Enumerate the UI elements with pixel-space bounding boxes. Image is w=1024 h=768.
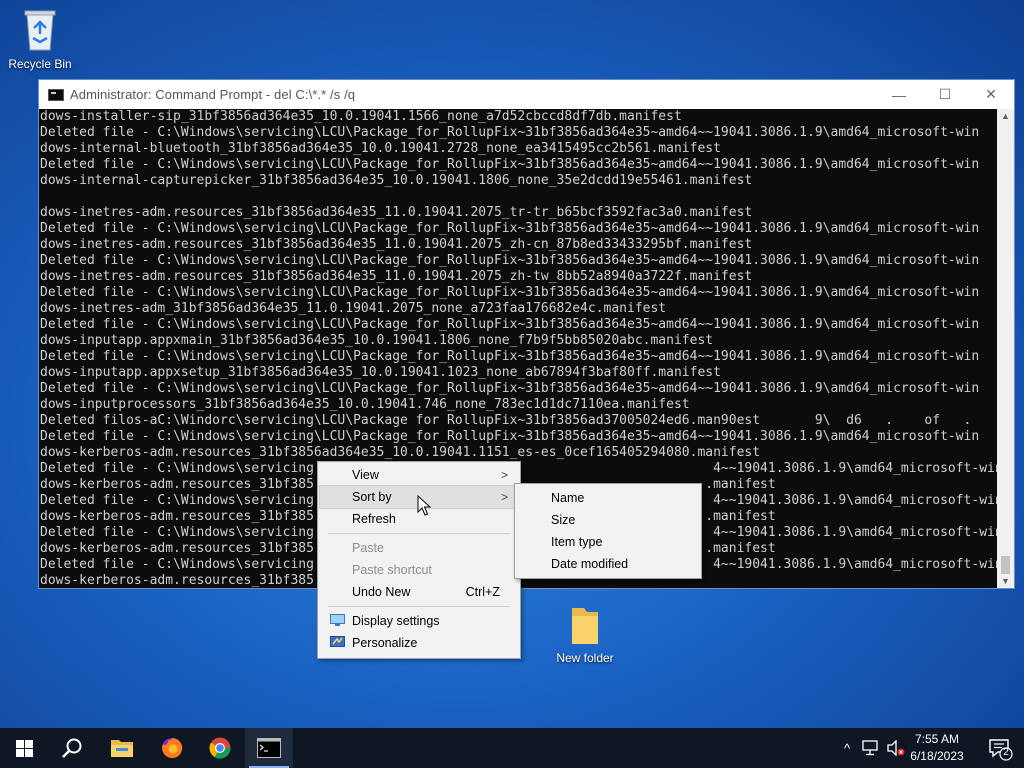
- chrome-icon: [209, 737, 231, 759]
- console-line: Deleted file - C:\Windows\servicing\LCU\…: [40, 157, 980, 172]
- menu-item-shortcut: Ctrl+Z: [465, 585, 500, 599]
- console-line: dows-inetres-adm.resources_31bf3856ad364…: [40, 205, 753, 220]
- chevron-right-icon: >: [500, 468, 508, 482]
- console-line: Deleted file - C:\Windows\servicing\LCU\…: [40, 381, 980, 396]
- window-title: Administrator: Command Prompt - del C:\*…: [70, 87, 356, 102]
- scrollbar-thumb[interactable]: [1001, 556, 1010, 574]
- display-settings-icon: [330, 614, 345, 626]
- console-line: Deleted file - C:\Windows\servicing\LCU\…: [40, 349, 980, 364]
- menu-item-label: Undo New: [352, 585, 411, 599]
- console-line: dows-installer-sip_31bf3856ad364e35_10.0…: [40, 109, 682, 124]
- minimize-button[interactable]: —: [876, 80, 922, 109]
- console-line: dows-kerberos-adm.resources_31bf3856ad36…: [40, 445, 761, 460]
- chevron-right-icon: >: [500, 490, 508, 504]
- new-folder-label: New folder: [556, 651, 614, 665]
- menu-item-paste[interactable]: Paste: [320, 537, 518, 559]
- console-line: dows-inetres-adm.resources_31bf3856ad364…: [40, 237, 753, 252]
- menu-separator: [328, 533, 510, 534]
- network-tray-button[interactable]: [860, 728, 882, 768]
- console-line: Deleted file - C:\Windows\servicing\LCU\…: [40, 429, 980, 444]
- menu-item-label: Size: [551, 513, 576, 527]
- taskbar-chrome[interactable]: [196, 728, 244, 768]
- menu-item-label: Display settings: [352, 614, 440, 628]
- taskbar-file-explorer[interactable]: [98, 728, 146, 768]
- taskbar-clock[interactable]: 7:55 AM 6/18/2023: [902, 731, 972, 765]
- firefox-icon: [162, 737, 183, 758]
- console-line: Deleted file - C:\Windows\servicing\LCU\…: [40, 285, 980, 300]
- network-icon: [862, 740, 878, 756]
- close-button[interactable]: ✕: [968, 80, 1014, 109]
- menu-item-label: Name: [551, 491, 585, 505]
- search-button[interactable]: [48, 728, 96, 768]
- menu-item-label: Sort by: [352, 490, 392, 504]
- sort-by-submenu: Name Size Item type Date modified: [514, 483, 702, 579]
- console-line: Deleted file - C:\Windows\servicing\LCU\…: [40, 221, 980, 236]
- recycle-bin-desktop-icon[interactable]: Recycle Bin: [0, 6, 80, 71]
- start-button[interactable]: [0, 728, 48, 768]
- menu-item-label: Date modified: [551, 557, 629, 571]
- menu-item-label: Refresh: [352, 512, 396, 526]
- console-line: dows-inetres-adm_31bf3856ad364e35_11.0.1…: [40, 301, 667, 316]
- console-line: Deleted file - C:\Windows\servicing\LCU\…: [40, 317, 980, 332]
- window-titlebar[interactable]: Administrator: Command Prompt - del C:\*…: [39, 80, 1014, 109]
- recycle-bin-icon: [24, 10, 56, 51]
- action-center-button[interactable]: 2: [986, 734, 1014, 762]
- taskbar-command-prompt[interactable]: [245, 728, 293, 768]
- console-line: Deleted filos-aC:\Windorc\servicing\LCU\…: [40, 413, 972, 428]
- menu-separator: [328, 606, 510, 607]
- menu-item-paste-shortcut[interactable]: Paste shortcut: [320, 559, 518, 581]
- console-line: dows-inputprocessors_31bf3856ad364e35_10…: [40, 397, 690, 412]
- menu-item-label: Personalize: [352, 636, 418, 650]
- scroll-up-arrow-icon[interactable]: ▲: [997, 109, 1014, 123]
- menu-item-label: Paste shortcut: [352, 563, 432, 577]
- console-line: dows-inputapp.appxsetup_31bf3856ad364e35…: [40, 365, 721, 380]
- menu-item-undo-new[interactable]: Undo New Ctrl+Z: [320, 581, 518, 603]
- menu-item-label: View: [352, 468, 379, 482]
- new-folder-desktop-icon[interactable]: New folder: [545, 604, 625, 665]
- desktop-context-menu: View > Sort by > Refresh Paste Paste sho…: [317, 461, 521, 659]
- chevron-up-icon: ^: [843, 740, 851, 756]
- recycle-bin-label: Recycle Bin: [8, 57, 72, 71]
- notification-count-badge: 2: [1003, 747, 1009, 758]
- vertical-scrollbar[interactable]: ▲ ▼: [997, 109, 1014, 588]
- show-hidden-icons-button[interactable]: ^: [836, 728, 858, 768]
- submenu-item-size[interactable]: Size: [517, 509, 699, 531]
- submenu-item-date-modified[interactable]: Date modified: [517, 553, 699, 575]
- console-line: dows-internal-bluetooth_31bf3856ad364e35…: [40, 141, 721, 156]
- search-icon: [62, 738, 82, 758]
- personalize-icon: [330, 636, 345, 647]
- maximize-button[interactable]: ☐: [922, 80, 968, 109]
- menu-item-label: Paste: [352, 541, 384, 555]
- command-prompt-icon: [257, 738, 281, 758]
- clock-date: 6/18/2023: [910, 749, 964, 763]
- taskbar: ^ 7:55 AM 6/18/2023 2: [0, 728, 1024, 768]
- console-line: Deleted file - C:\Windows\servicing\LCU\…: [40, 125, 980, 140]
- console-line: dows-internal-capturepicker_31bf3856ad36…: [40, 173, 753, 188]
- file-explorer-icon: [111, 740, 133, 757]
- menu-item-display-settings[interactable]: Display settings: [320, 610, 518, 632]
- console-line: dows-inetres-adm.resources_31bf3856ad364…: [40, 269, 753, 284]
- menu-item-personalize[interactable]: Personalize: [320, 632, 518, 654]
- menu-item-view[interactable]: View >: [320, 464, 518, 486]
- menu-item-label: Item type: [551, 535, 603, 549]
- scroll-down-arrow-icon[interactable]: ▼: [997, 574, 1014, 588]
- taskbar-firefox[interactable]: [148, 728, 196, 768]
- command-prompt-icon: [48, 88, 64, 101]
- windows-logo-icon: [15, 739, 33, 757]
- console-line: dows-inputapp.appxmain_31bf3856ad364e35_…: [40, 333, 714, 348]
- console-line: Deleted file - C:\Windows\servicing\LCU\…: [40, 253, 980, 268]
- folder-icon: [572, 608, 598, 644]
- clock-time: 7:55 AM: [914, 732, 960, 746]
- mouse-cursor-icon: [417, 495, 431, 516]
- submenu-item-name[interactable]: Name: [517, 487, 699, 509]
- submenu-item-item-type[interactable]: Item type: [517, 531, 699, 553]
